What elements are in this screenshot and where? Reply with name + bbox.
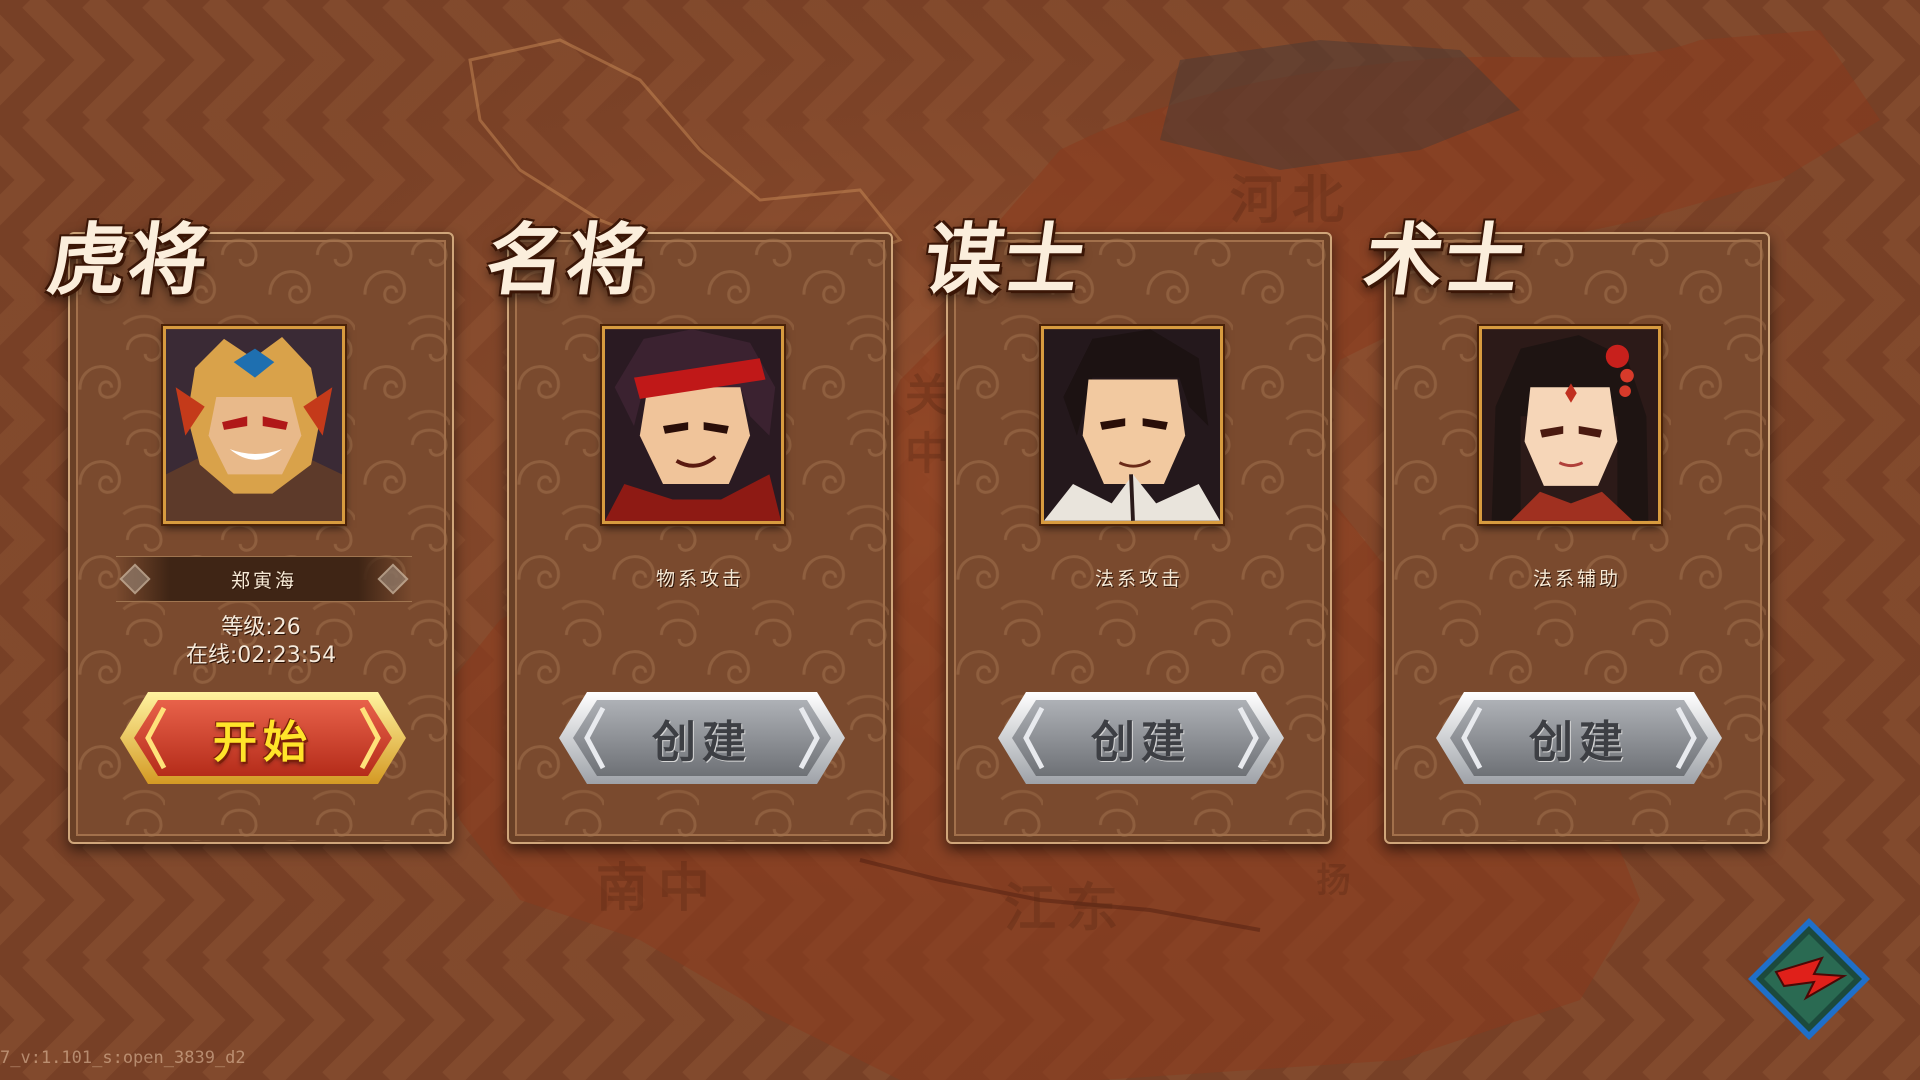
diamond-left-icon <box>119 563 151 595</box>
character-portrait <box>1479 326 1661 524</box>
character-level: 等级:26 <box>221 615 301 640</box>
character-card-shushi[interactable]: 法系辅助 创建 <box>1384 232 1770 844</box>
armored-warrior-portrait-icon <box>166 329 342 521</box>
create-button[interactable]: 创建 <box>996 686 1286 790</box>
region-label-guanzhong: 关中 <box>897 372 948 488</box>
start-button-label: 开始 <box>213 717 313 768</box>
region-label-hebei: 河北 <box>1230 170 1355 231</box>
class-role-text: 法系攻击 <box>1094 568 1183 590</box>
create-button[interactable]: 创建 <box>1434 686 1724 790</box>
strategist-portrait-icon <box>1044 329 1220 521</box>
card-title-hujiang: 虎将 <box>42 215 216 306</box>
class-role-text: 物系攻击 <box>655 568 744 590</box>
region-label-jiangdong: 江东 <box>1004 878 1129 939</box>
create-button[interactable]: 创建 <box>557 686 847 790</box>
corner-menu-button[interactable] <box>1744 914 1874 1044</box>
character-online-time: 在线:02:23:54 <box>185 643 337 668</box>
card-title-moushi: 谋士 <box>918 215 1092 306</box>
character-card-mingjiang[interactable]: 物系攻击 创建 <box>507 232 893 844</box>
card-title-mingjiang: 名将 <box>480 215 654 306</box>
sorceress-portrait-icon <box>1482 329 1658 521</box>
character-portrait <box>163 326 345 524</box>
region-label-nanzhong: 南中 <box>596 858 721 919</box>
character-portrait <box>602 326 784 524</box>
class-role-text: 法系辅助 <box>1532 568 1621 590</box>
character-name: 郑寅海 <box>230 569 297 592</box>
red-flag-diamond-icon <box>1748 918 1870 1040</box>
start-button[interactable]: 开始 <box>118 686 408 790</box>
diamond-right-icon <box>377 563 409 595</box>
region-label-yang: 扬 <box>1310 862 1350 910</box>
character-card-moushi[interactable]: 法系攻击 创建 <box>946 232 1332 844</box>
create-button-label: 创建 <box>1091 717 1191 768</box>
version-text: 7_v:1.101_s:open_3839_d2 <box>0 1048 246 1068</box>
character-card-hujiang[interactable]: 郑寅海 等级:26 在线:02:23:54 开始 <box>68 232 454 844</box>
create-button-label: 创建 <box>1529 717 1629 768</box>
red-headband-warrior-portrait-icon <box>605 329 781 521</box>
character-portrait <box>1041 326 1223 524</box>
character-stats: 等级:26 在线:02:23:54 <box>70 614 452 670</box>
create-button-label: 创建 <box>652 717 752 768</box>
character-name-plate: 郑寅海 <box>116 556 412 602</box>
card-title-shushi: 术士 <box>1358 215 1532 306</box>
